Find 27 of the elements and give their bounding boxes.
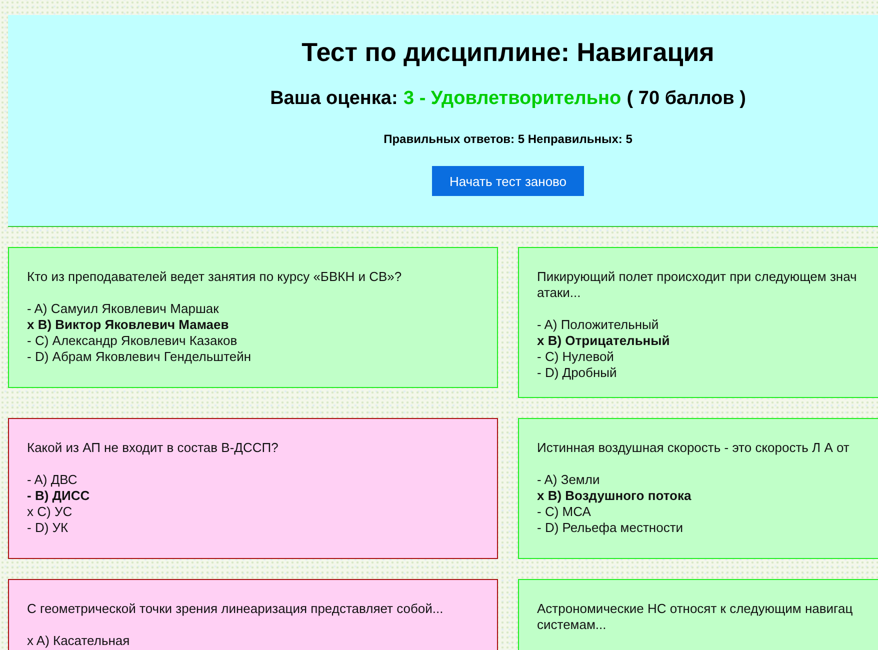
- answer-option: x B) Виктор Яковлевич Мамаев: [27, 317, 479, 333]
- answer-option: - A) ДВС: [27, 472, 479, 488]
- answers-summary: Правильных ответов: 5 Неправильных: 5: [384, 132, 632, 146]
- question-text: Астрономические НС относят к следующим навигац системам...: [537, 601, 854, 633]
- answer-option: - C) Александр Яковлевич Казаков: [27, 333, 479, 349]
- answer-option: - D) Рельефа местности: [537, 520, 878, 536]
- question-text: Кто из преподавателей ведет занятия по курсу «БВКН и СВ»?: [27, 269, 403, 285]
- score-line: Ваша оценка: 3 - Удовлетворительно ( 70 баллов ): [270, 88, 746, 110]
- answer-option: - D) УК: [27, 520, 479, 536]
- answer-option: - D) Абрам Яковлевич Гендельштейн: [27, 349, 479, 365]
- answer-option: - D) Дробный: [537, 365, 878, 381]
- question-text: Какой из АП не входит в состав В-ДССП?: [27, 440, 280, 456]
- question-text: Истинная воздушная скорость - это скорость Л А от: [537, 440, 850, 456]
- answer-option: - A) Положительный: [537, 317, 878, 333]
- answer-option: - B) ДИСС: [27, 488, 479, 504]
- answer-option: x C) УС: [27, 504, 479, 520]
- question-text: С геометрической точки зрения линеаризация представляет собой...: [27, 601, 444, 617]
- answer-option: - C) Нулевой: [537, 349, 878, 365]
- answer-option: - A) Самуил Яковлевич Маршак: [27, 301, 479, 317]
- answer-option: x B) Воздушного потока: [537, 488, 878, 504]
- answer-option: x A) Касательная: [27, 633, 479, 649]
- answer-option: x B) Отрицательный: [537, 333, 878, 349]
- page-title: Тест по дисциплине: Навигация: [302, 37, 714, 68]
- answer-option: - A) Земли: [537, 472, 878, 488]
- question-text: Пикирующий полет происходит при следующем знач атаки...: [537, 269, 858, 301]
- answer-option: - C) МСА: [537, 504, 878, 520]
- restart-test-button[interactable]: Начать тест заново: [432, 166, 584, 196]
